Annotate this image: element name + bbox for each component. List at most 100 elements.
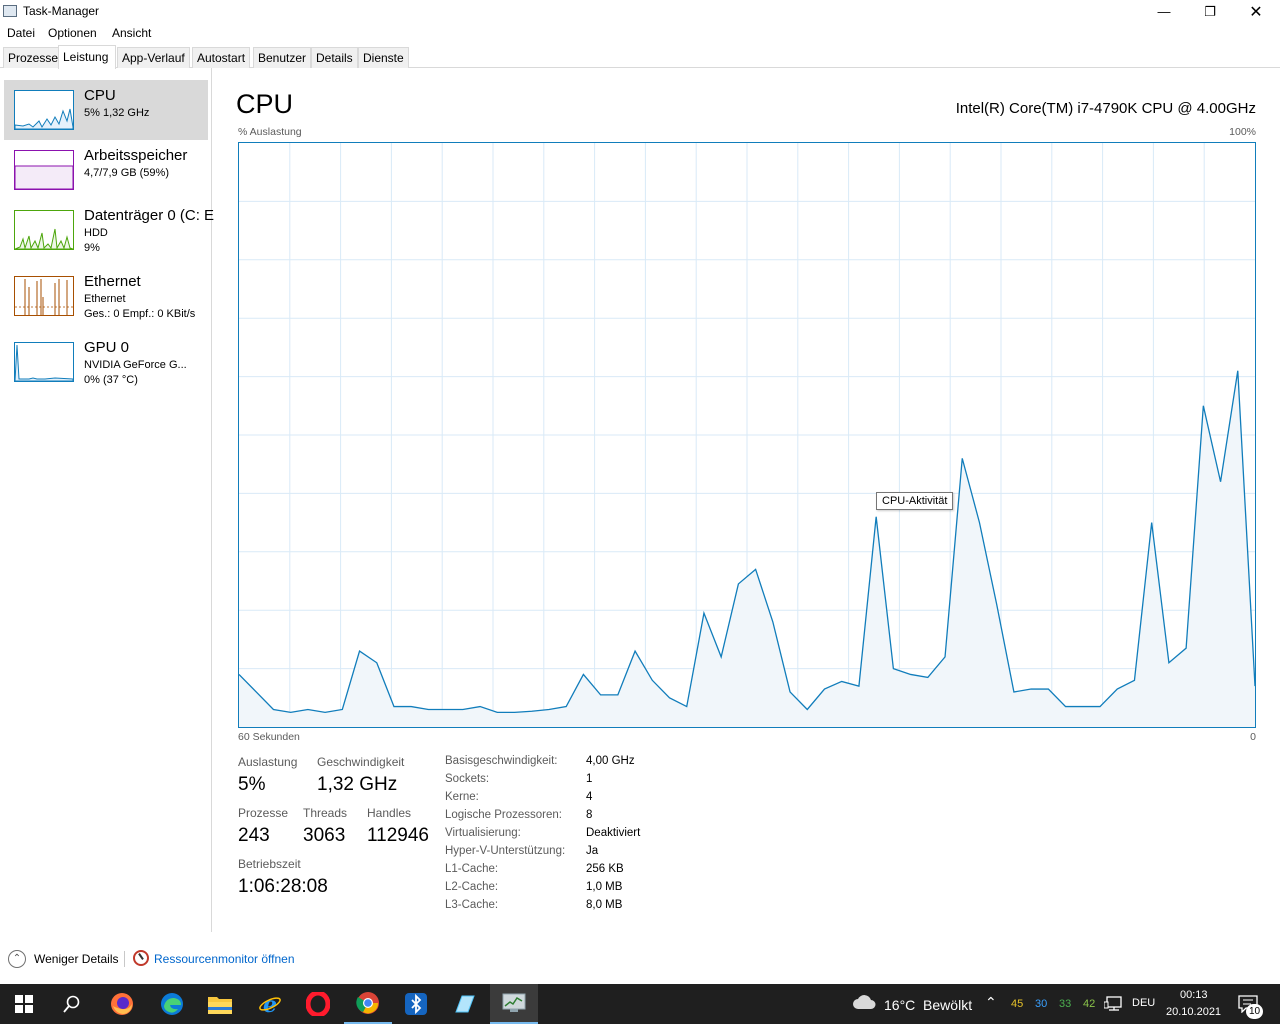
internet-explorer-icon[interactable]: e (246, 984, 294, 1024)
menu-optionen[interactable]: Optionen (48, 26, 97, 40)
memory-mini-graph (14, 150, 74, 190)
tray-value[interactable]: 42 (1083, 998, 1095, 1010)
file-explorer-icon[interactable] (196, 984, 244, 1024)
utilization-value: 5% (238, 774, 266, 795)
tab-app-verlauf[interactable]: App-Verlauf (117, 47, 190, 68)
language-indicator[interactable]: DEU (1132, 997, 1155, 1009)
clock-date[interactable]: 20.10.2021 (1166, 1006, 1221, 1018)
sidebar-item-disk[interactable]: Datenträger 0 (C: E HDD 9% (4, 200, 214, 260)
cpu-mini-graph (14, 90, 74, 130)
network-icon[interactable] (1103, 996, 1122, 1017)
cloud-icon[interactable] (852, 994, 876, 1015)
sidebar-item-throughput: Ges.: 0 Empf.: 0 KBit/s (84, 308, 196, 320)
footer-divider (124, 951, 125, 967)
y-axis-label: % Auslastung (238, 126, 302, 138)
gpu-mini-graph (14, 342, 74, 382)
info-key: L2-Cache: (445, 881, 499, 893)
info-value: Deaktiviert (586, 827, 641, 839)
sidebar-item-label: Arbeitsspeicher (84, 147, 188, 164)
edge-icon[interactable] (148, 984, 196, 1024)
bluetooth-app-icon[interactable] (392, 984, 440, 1024)
handles-label: Handles (367, 806, 412, 820)
x-axis-left-label: 60 Sekunden (238, 731, 300, 743)
tab-details[interactable]: Details (311, 47, 358, 68)
uptime-label: Betriebszeit (238, 857, 301, 871)
info-key: Logische Prozessoren: (445, 809, 562, 821)
clock-time[interactable]: 00:13 (1180, 989, 1208, 1001)
tray-value[interactable]: 30 (1035, 998, 1047, 1010)
task-manager-taskbar-icon[interactable] (490, 984, 538, 1024)
info-value: 1,0 MB (586, 881, 623, 893)
y-axis-max-label: 100% (1229, 126, 1256, 138)
sidebar-item-usage: 9% (84, 242, 100, 254)
menu-ansicht[interactable]: Ansicht (112, 26, 151, 40)
taskbar: e 16°C Bewölkt ⌃ 45 30 33 42 DEU 00:13 2… (0, 984, 1280, 1024)
sidebar-item-ethernet[interactable]: Ethernet Ethernet Ges.: 0 Empf.: 0 KBit/… (4, 266, 208, 326)
sidebar-item-memory[interactable]: Arbeitsspeicher 4,7/7,9 GB (59%) (4, 140, 208, 200)
tab-prozesse[interactable]: Prozesse (3, 47, 64, 68)
info-key: L3-Cache: (445, 899, 499, 911)
title-bar: Task-Manager — ❐ ✕ (0, 0, 1280, 23)
minimize-button[interactable]: — (1141, 0, 1187, 23)
info-key: L1-Cache: (445, 863, 499, 875)
sidebar-item-detail: Ethernet (84, 293, 126, 305)
firefox-icon[interactable] (98, 984, 146, 1024)
sidebar-item-usage: 0% (37 °C) (84, 374, 138, 386)
weather-text[interactable]: 16°C Bewölkt (884, 997, 972, 1013)
chevron-up-icon[interactable]: ⌃ (8, 950, 26, 968)
chevron-up-icon[interactable]: ⌃ (985, 994, 997, 1011)
resource-monitor-link[interactable]: Ressourcenmonitor öffnen (154, 952, 295, 966)
opera-icon[interactable] (294, 984, 342, 1024)
handles-value: 112946 (367, 825, 429, 846)
info-value: 8 (586, 809, 593, 821)
tray-value[interactable]: 33 (1059, 998, 1071, 1010)
maximize-button[interactable]: ❐ (1187, 0, 1233, 23)
x-axis-right-label: 0 (1250, 731, 1256, 743)
footer-bar: ⌃ Weniger Details Ressourcenmonitor öffn… (0, 944, 1280, 976)
utilization-label: Auslastung (238, 755, 298, 769)
fewer-details-link[interactable]: Weniger Details (34, 952, 118, 966)
info-key: Kerne: (445, 791, 479, 803)
resource-sidebar: CPU 5% 1,32 GHz Arbeitsspeicher 4,7/7,9 … (0, 68, 214, 932)
svg-text:e: e (263, 992, 277, 1016)
chrome-icon[interactable] (344, 984, 392, 1024)
search-icon[interactable] (48, 984, 96, 1024)
processes-value: 243 (238, 825, 270, 846)
sidebar-item-label: GPU 0 (84, 339, 130, 356)
tab-autostart[interactable]: Autostart (192, 47, 251, 68)
uptime-value: 1:06:28:08 (238, 876, 328, 897)
tab-leistung[interactable]: Leistung (58, 45, 116, 69)
tab-benutzer[interactable]: Benutzer (253, 47, 312, 68)
info-key: Basisgeschwindigkeit: (445, 755, 558, 767)
info-value: 1 (586, 773, 593, 785)
disk-mini-graph (14, 210, 74, 250)
tray-value[interactable]: 45 (1011, 998, 1023, 1010)
sidebar-item-detail: HDD (84, 227, 108, 239)
windows-start-icon[interactable] (0, 984, 48, 1024)
cpu-utilization-graph[interactable] (238, 142, 1256, 728)
tab-dienste[interactable]: Dienste (358, 47, 409, 68)
sidebar-item-gpu[interactable]: GPU 0 NVIDIA GeForce G... 0% (37 °C) (4, 332, 208, 392)
notification-badge: 10 (1246, 1004, 1263, 1019)
sidebar-item-cpu[interactable]: CPU 5% 1,32 GHz (4, 80, 208, 140)
task-manager-icon (3, 5, 17, 17)
info-value: 8,0 MB (586, 899, 623, 911)
notes-app-icon[interactable] (440, 984, 488, 1024)
tab-bar: Prozesse Leistung App-Verlauf Autostart … (0, 45, 1280, 69)
close-button[interactable]: ✕ (1233, 0, 1279, 23)
speed-value: 1,32 GHz (317, 774, 398, 795)
info-value: 256 KB (586, 863, 624, 875)
resource-monitor-icon[interactable] (133, 950, 149, 966)
sidebar-item-label: Datenträger 0 (C: E (84, 207, 215, 224)
graph-tooltip: CPU-Aktivität (876, 492, 954, 510)
menu-datei[interactable]: Datei (7, 26, 35, 40)
sidebar-item-detail: 5% 1,32 GHz (84, 107, 150, 119)
info-key: Virtualisierung: (445, 827, 521, 839)
ethernet-mini-graph (14, 276, 74, 316)
menu-bar: Datei Optionen Ansicht (0, 23, 1280, 43)
info-key: Hyper-V-Unterstützung: (445, 845, 566, 857)
sidebar-item-detail: 4,7/7,9 GB (59%) (84, 167, 169, 179)
threads-label: Threads (303, 806, 348, 820)
info-value: Ja (586, 845, 599, 857)
window-title: Task-Manager (23, 4, 100, 18)
